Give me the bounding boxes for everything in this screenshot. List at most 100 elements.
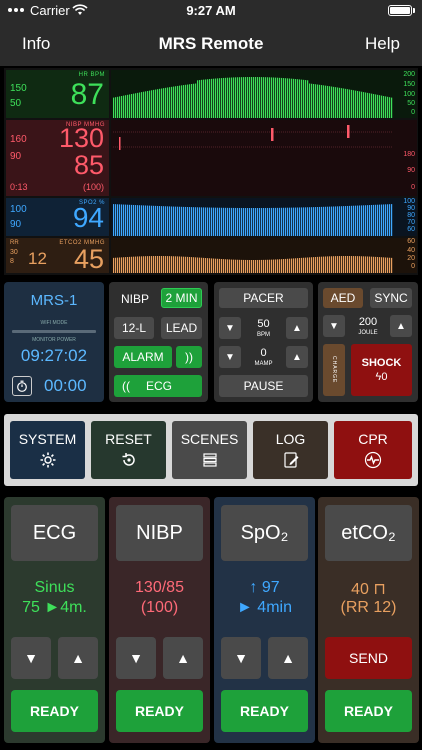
charge-button[interactable]: CHARGE (323, 344, 345, 396)
trend-bar (343, 256, 345, 273)
nibp-card: NIBP 130/85 (100) ▼ ▲ READY (109, 497, 210, 743)
trend-bar (375, 94, 377, 118)
trend-bar (367, 256, 369, 273)
trend-bar (389, 204, 391, 236)
spo2-up-button[interactable]: ▲ (268, 637, 308, 679)
nibp-alarm-high: 160 (10, 134, 27, 145)
ecg-sound-button[interactable]: (( ECG (114, 375, 202, 397)
trend-bar (195, 207, 197, 236)
trend-bar (349, 205, 351, 236)
trend-bar (373, 94, 375, 118)
nav-bar: Info MRS Remote Help (0, 22, 422, 66)
pause-button[interactable]: PAUSE (219, 375, 308, 397)
page-title: MRS Remote (158, 34, 264, 53)
trend-bar (347, 205, 349, 236)
trend-bar (167, 206, 169, 236)
trend-bar (209, 258, 211, 273)
etco2-card-title[interactable]: etCO₂ (325, 505, 412, 561)
trend-bar (125, 95, 127, 118)
trend-bar (151, 90, 153, 118)
trend-bar (287, 78, 289, 118)
spo2-card-title[interactable]: SpO₂ (221, 505, 308, 561)
trend-bar (147, 205, 149, 236)
trend-bar (379, 95, 381, 118)
nibp-card-title[interactable]: NIBP (116, 505, 203, 561)
system-button[interactable]: SYSTEM (10, 421, 85, 479)
bpm-up-button[interactable]: ▲ (286, 317, 308, 339)
trend-bar (391, 97, 393, 118)
joule-down-button[interactable]: ▼ (323, 315, 345, 337)
trend-bar (189, 84, 191, 118)
send-button[interactable]: SEND (325, 637, 412, 679)
sync-button[interactable]: SYNC (370, 288, 412, 308)
shock-button[interactable]: SHOCK ϟ0 (351, 344, 412, 396)
trend-bar (207, 258, 209, 273)
aed-button[interactable]: AED (323, 288, 363, 308)
help-button[interactable]: Help (365, 34, 400, 54)
log-button[interactable]: LOG (253, 421, 328, 479)
bpm-down-button[interactable]: ▼ (219, 317, 241, 339)
trend-bar (299, 258, 301, 273)
hr-value: 87 (70, 78, 104, 111)
trend-bar (329, 256, 331, 273)
lead-12-button[interactable]: 12-L (114, 317, 154, 339)
trend-bar (257, 77, 259, 118)
trend-bar (321, 206, 323, 236)
alarm-button[interactable]: ALARM (114, 346, 172, 368)
wifi-bar[interactable] (12, 330, 96, 333)
nibp-alarm-low: 90 (10, 151, 22, 162)
ecg-card-title[interactable]: ECG (11, 505, 98, 561)
nibp-interval-button[interactable]: 2 MIN (161, 288, 202, 308)
battery-tip (413, 8, 415, 13)
trend-bar (357, 205, 359, 236)
trend-bar (337, 87, 339, 118)
spo2-card-target: ↑ 97 (249, 579, 280, 596)
trend-bar (311, 83, 313, 118)
trend-bar (305, 80, 307, 118)
trend-bar (293, 78, 295, 118)
trend-bar (131, 204, 133, 236)
nibp-card-pressure: 130/85 (135, 579, 184, 596)
lead-button[interactable]: LEAD (161, 317, 202, 339)
mamp-down-button[interactable]: ▼ (219, 346, 241, 368)
etco2-scale-0: 0 (411, 263, 415, 270)
nibp-waveform: 180 90 0 (111, 120, 417, 196)
alarm-sound-button[interactable]: )) (176, 346, 202, 368)
pacer-button[interactable]: PACER (219, 288, 308, 308)
joule-up-button[interactable]: ▲ (390, 315, 412, 337)
timer-button[interactable] (12, 376, 32, 396)
trend-bar (215, 258, 217, 273)
scenes-button[interactable]: SCENES (172, 421, 247, 479)
ecg-ready-button[interactable]: READY (11, 690, 98, 732)
nibp-up-button[interactable]: ▲ (163, 637, 203, 679)
trend-bar (283, 259, 285, 273)
trend-bar (285, 258, 287, 273)
nibp-button-label[interactable]: NIBP (121, 292, 149, 306)
mamp-up-button[interactable]: ▲ (286, 346, 308, 368)
trend-bar (383, 257, 385, 273)
nibp-down-button[interactable]: ▼ (116, 637, 156, 679)
trend-bar (177, 206, 179, 236)
trend-bar (189, 256, 191, 273)
trend-bar (239, 77, 241, 118)
cpr-button[interactable]: CPR (334, 421, 412, 479)
trend-bar (259, 207, 261, 236)
trend-bar (131, 94, 133, 118)
trend-bar (235, 259, 237, 273)
trend-bar (193, 83, 195, 118)
ecg-up-button[interactable]: ▲ (58, 637, 98, 679)
trend-bar (205, 79, 207, 118)
timer-value: 00:00 (44, 376, 87, 395)
trend-bar (365, 205, 367, 236)
spo2-down-button[interactable]: ▼ (221, 637, 261, 679)
reset-button[interactable]: RESET (91, 421, 166, 479)
trend-bar (241, 207, 243, 236)
trend-bar (171, 86, 173, 118)
trend-bar (199, 257, 201, 273)
etco2-ready-button[interactable]: READY (325, 690, 412, 732)
spo2-ready-button[interactable]: READY (221, 690, 308, 732)
nibp-ready-button[interactable]: READY (116, 690, 203, 732)
pacer-panel: PACER ▼ 50 BPM ▲ ▼ 0 MAMP ▲ PAUSE (214, 282, 313, 402)
trend-bar (129, 256, 131, 273)
ecg-down-button[interactable]: ▼ (11, 637, 51, 679)
